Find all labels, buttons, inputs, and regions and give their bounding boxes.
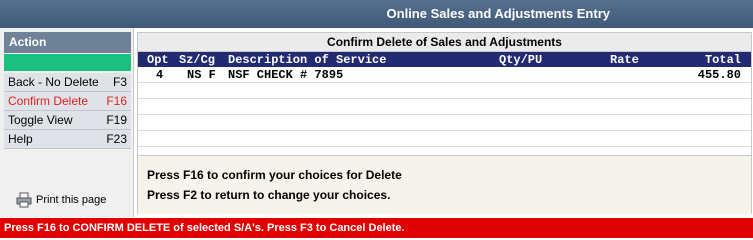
table-row-empty [138, 99, 751, 115]
sidebar-item-label: Help [8, 132, 33, 146]
sidebar-accent-bar [4, 54, 131, 71]
column-total: Total [704, 53, 741, 67]
cell-opt: 4 [156, 68, 164, 82]
cell-szcg: NS F [187, 68, 216, 82]
table-row-empty [138, 131, 751, 147]
status-message: Press F16 to CONFIRM DELETE of selected … [4, 222, 405, 234]
sidebar-item-label: Back - No Delete [8, 75, 99, 89]
sidebar-item-help[interactable]: Help F23 [4, 130, 131, 149]
printer-icon [16, 192, 32, 208]
sidebar-item-label: Confirm Delete [8, 94, 89, 108]
sidebar-item-toggle-view[interactable]: Toggle View F19 [4, 111, 131, 130]
action-sidebar: Action Back - No Delete F3 Confirm Delet… [0, 28, 134, 217]
table-header: Opt Sz/Cg Description of Service Qty/PU … [138, 52, 751, 67]
instruction-confirm: Press F16 to confirm your choices for De… [147, 168, 402, 182]
sidebar-item-key: F16 [106, 94, 127, 108]
table-row-empty [138, 83, 751, 99]
table-row[interactable]: 4 NS F NSF CHECK # 7895 455.80 [138, 67, 751, 83]
sidebar-item-key: F19 [106, 113, 127, 127]
instructions-box: Press F16 to confirm your choices for De… [138, 155, 751, 214]
sidebar-item-back-no-delete[interactable]: Back - No Delete F3 [4, 73, 131, 92]
cell-description: NSF CHECK # 7895 [228, 68, 344, 82]
sidebar-heading-label: Action [9, 35, 47, 49]
sidebar-item-key: F3 [112, 75, 127, 89]
column-qty-pu: Qty/PU [499, 53, 543, 67]
sidebar-item-label: Toggle View [8, 113, 73, 127]
column-rate: Rate [610, 53, 639, 67]
title-bar: Online Sales and Adjustments Entry [0, 0, 753, 28]
sidebar-item-confirm-delete[interactable]: Confirm Delete F16 [4, 92, 131, 111]
table-row-empty [138, 115, 751, 131]
cell-total: 455.80 [697, 68, 741, 82]
sidebar-item-key: F23 [106, 132, 127, 146]
column-szcg: Sz/Cg [179, 53, 216, 67]
panel-title: Confirm Delete of Sales and Adjustments [138, 33, 751, 52]
sidebar-heading: Action [4, 32, 131, 53]
column-opt: Opt [147, 53, 169, 67]
status-bar: Press F16 to CONFIRM DELETE of selected … [0, 218, 753, 238]
window-title: Online Sales and Adjustments Entry [386, 6, 610, 21]
column-description: Description of Service [228, 53, 387, 67]
print-page-label: Print this page [36, 194, 107, 206]
confirm-delete-panel: Confirm Delete of Sales and Adjustments … [137, 32, 752, 214]
instruction-return: Press F2 to return to change your choice… [147, 188, 391, 202]
